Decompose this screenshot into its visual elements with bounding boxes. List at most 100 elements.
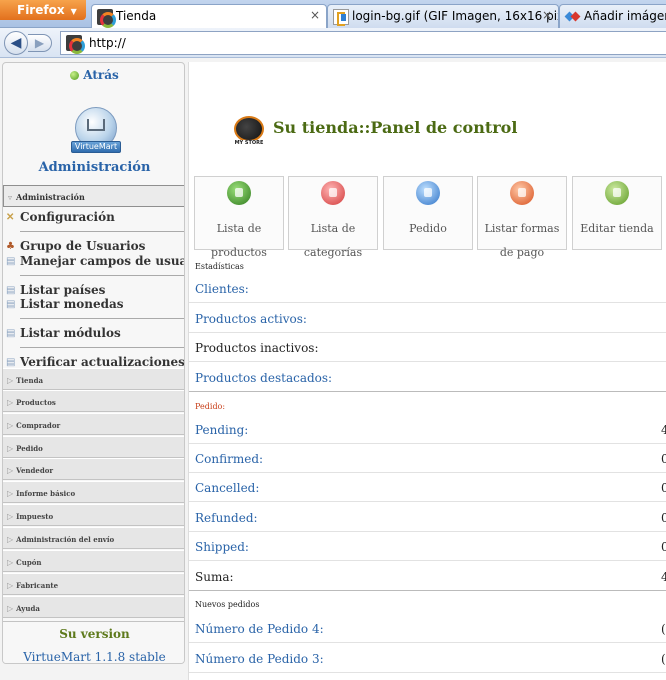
order-total: 4 (661, 570, 666, 584)
chevron-right-icon: ▷ (7, 489, 14, 498)
back-button[interactable]: ◀ (4, 31, 28, 55)
joomla-favicon-icon (66, 35, 85, 54)
orders-heading: Pedido: (195, 402, 226, 411)
order-status-label[interactable]: Pending: (195, 423, 248, 437)
section-label: Productos (16, 398, 56, 407)
menu-item-label: Listar países (20, 283, 106, 297)
stat-row-productos-activos: Productos activos: (189, 304, 666, 333)
menu-divider (20, 318, 184, 319)
order-row-confirmed: Confirmed: 0 (189, 444, 666, 473)
menu-item-grupo-usuarios[interactable]: ♣ Grupo de Usuarios (3, 239, 184, 255)
quick-button-label: Editar tienda (580, 222, 654, 235)
stat-label[interactable]: Clientes: (195, 282, 249, 296)
menu-item-label: Configuración (20, 210, 115, 224)
new-order-link[interactable]: Número de Pedido 4: (195, 622, 324, 636)
logo-ribbon: VirtueMart (71, 141, 121, 153)
order-count: 0 (661, 511, 666, 525)
menu-item-configuracion[interactable]: ✕ Configuración (3, 210, 184, 226)
stat-row-productos-inactivos: Productos inactivos: (189, 333, 666, 362)
order-status-label[interactable]: Shipped: (195, 540, 249, 554)
back-link-label: Atrás (83, 68, 119, 82)
close-tab-icon[interactable]: × (310, 8, 320, 22)
sidebar-title: Administración (38, 160, 151, 175)
section-label: Ayuda (16, 604, 40, 613)
forward-button[interactable]: ▶ (28, 34, 52, 52)
order-status-label[interactable]: Refunded: (195, 511, 258, 525)
admin-sidebar: Atrás VirtueMart Administración ▿ Adminis… (2, 62, 185, 664)
menu-item-listar-modulos[interactable]: ▤ Listar módulos (3, 326, 184, 342)
document-icon: ▤ (6, 299, 16, 310)
section-header-administracion[interactable]: ▿ Administración (3, 185, 184, 207)
page-content: Atrás VirtueMart Administración ▿ Adminis… (0, 58, 666, 680)
menu-item-listar-monedas[interactable]: ▤ Listar monedas (3, 297, 184, 313)
new-orders-heading: Nuevos pedidos (195, 600, 260, 609)
section-comprador[interactable]: ▷ Comprador (3, 413, 184, 435)
chevron-right-icon: ▷ (7, 444, 14, 453)
tab-label: Añadir imágenes (584, 9, 666, 23)
stats-heading: Estadísticas (195, 262, 244, 271)
joomla-favicon-icon (97, 9, 116, 28)
order-row-refunded: Refunded: 0 (189, 503, 666, 532)
section-administracion-envio[interactable]: ▷ Administración del envío (3, 527, 184, 549)
section-productos[interactable]: ▷ Productos (3, 390, 184, 412)
version-title: Su version (59, 627, 130, 641)
stat-label[interactable]: Productos destacados: (195, 371, 332, 385)
section-label: Cupón (16, 558, 42, 567)
pencil-icon (605, 181, 629, 205)
stat-label[interactable]: Productos activos: (195, 312, 307, 326)
section-ayuda[interactable]: ▷ Ayuda (3, 596, 184, 618)
image-favicon-icon (333, 9, 349, 26)
version-text[interactable]: VirtueMart 1.1.8 stable (3, 650, 184, 663)
browser-tab-tienda[interactable]: Tienda × (91, 4, 327, 29)
menu-item-label: Listar módulos (20, 326, 121, 340)
order-status-label[interactable]: Cancelled: (195, 481, 259, 495)
menu-item-label: Manejar campos de usuario (20, 254, 184, 268)
order-button[interactable]: Pedido (383, 176, 473, 250)
section-fabricante[interactable]: ▷ Fabricante (3, 573, 184, 595)
new-order-link[interactable]: Número de Pedido 3: (195, 652, 324, 666)
new-order-row: Número de Pedido 3: (2 (189, 644, 666, 673)
forward-arrow-icon: ▶ (34, 36, 45, 50)
document-icon: ▤ (6, 256, 16, 267)
section-label: Comprador (16, 421, 61, 430)
url-text[interactable]: http:// (89, 36, 126, 50)
section-header-label: Administración (16, 192, 85, 202)
order-count: 0 (661, 481, 666, 495)
chevron-right-icon: ▷ (7, 466, 14, 475)
payment-methods-button[interactable]: Listar formas de pago (477, 176, 567, 259)
section-label: Pedido (16, 444, 43, 453)
chevron-right-icon: ▷ (7, 604, 14, 613)
chevron-right-icon: ▷ (7, 558, 14, 567)
product-list-button[interactable]: Lista de productos (194, 176, 284, 259)
section-label: Tienda (16, 376, 43, 385)
browser-tab-login-bg[interactable]: login-bg.gif (GIF Imagen, 16x16 pixels) … (327, 4, 559, 28)
control-panel: MY STORE Su tienda::Panel de control Lis… (188, 62, 666, 680)
close-tab-icon[interactable]: × (542, 8, 552, 22)
section-label: Fabricante (16, 581, 59, 590)
quick-button-label: Listar formas de pago (484, 222, 560, 259)
section-cupon[interactable]: ▷ Cupón (3, 550, 184, 572)
section-informe-basico[interactable]: ▷ Informe básico (3, 481, 184, 503)
edit-store-button[interactable]: Editar tienda (572, 176, 662, 250)
page-title: Su tienda::Panel de control (273, 118, 518, 137)
section-vendedor[interactable]: ▷ Vendedor (3, 458, 184, 480)
browser-tab-anadir-imagenes[interactable]: Añadir imágenes (559, 4, 666, 28)
section-impuesto[interactable]: ▷ Impuesto (3, 504, 184, 526)
back-link[interactable]: Atrás (3, 68, 184, 82)
green-dot-icon (70, 71, 80, 80)
stat-label: Productos inactivos: (195, 341, 319, 355)
menu-divider (20, 347, 184, 348)
firefox-menu-button[interactable]: Firefox ▼ (0, 0, 86, 20)
section-pedido[interactable]: ▷ Pedido (3, 436, 184, 458)
quick-button-label: Lista de categorías (303, 222, 363, 259)
browser-navigation-bar: ◀ ▶ http:// (0, 28, 666, 58)
category-list-button[interactable]: Lista de categorías (288, 176, 378, 259)
store-logo-label: MY STORE (233, 140, 265, 146)
menu-item-campos-usuario[interactable]: ▤ Manejar campos de usuario (3, 254, 184, 270)
order-row-pending: Pending: 4 (189, 415, 666, 444)
order-status-label[interactable]: Confirmed: (195, 452, 263, 466)
section-tienda[interactable]: ▷ Tienda (3, 368, 184, 390)
tab-label: Tienda (116, 9, 157, 23)
url-bar[interactable]: http:// (60, 31, 666, 55)
document-icon: ▤ (6, 357, 16, 368)
